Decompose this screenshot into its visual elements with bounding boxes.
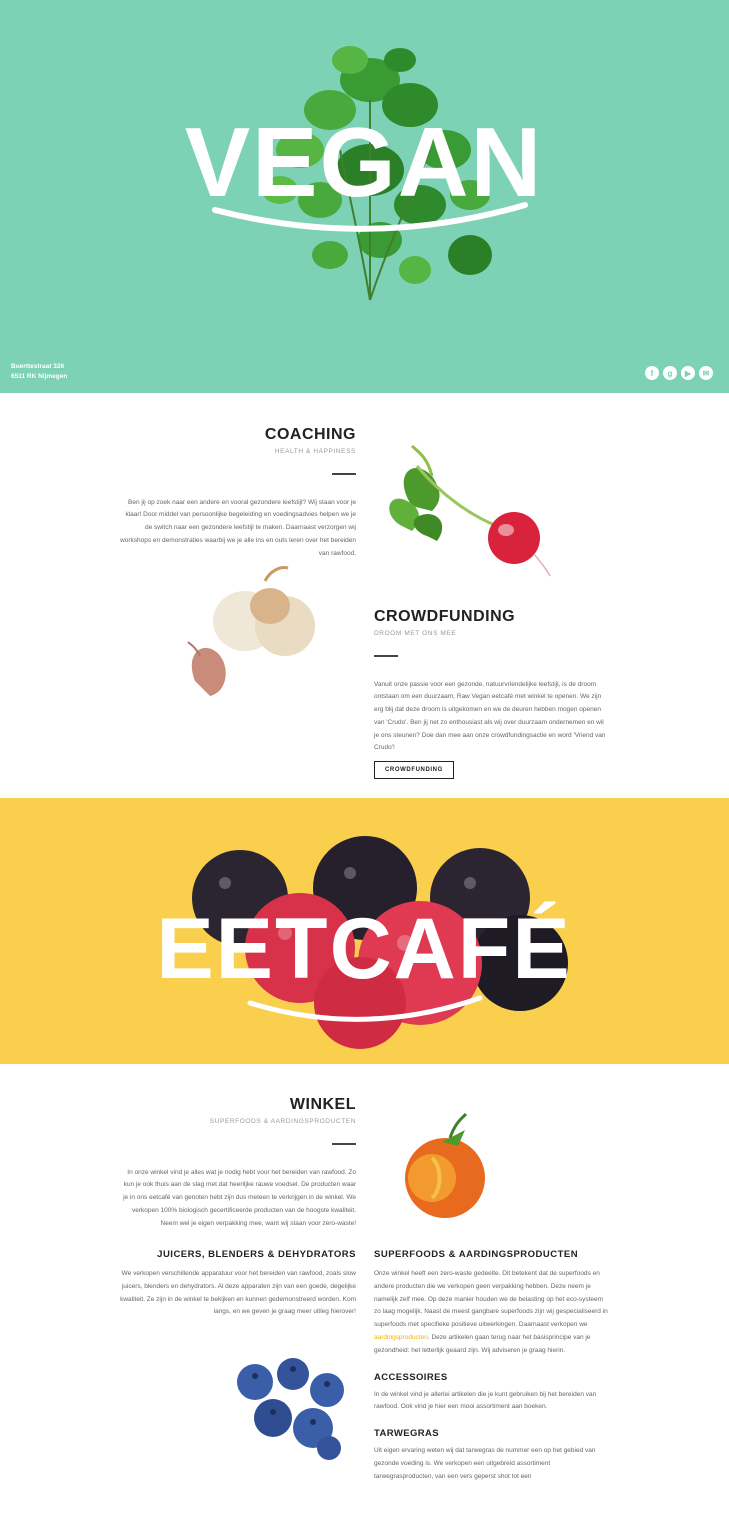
winkel-title: WINKEL (289, 1096, 356, 1113)
banner-title: EETCAFÉ (156, 901, 571, 997)
coaching-title: COACHING (264, 426, 356, 443)
divider (332, 473, 356, 475)
crowdfunding-body: Vanuit onze passie voor een gezonde, nat… (374, 680, 606, 752)
tarwegras-body: Uit eigen ervaring weten wij dat tarwegr… (374, 1447, 596, 1480)
eetcafe-banner: EETCAFÉ (0, 798, 729, 1064)
divider (332, 1143, 356, 1145)
winkel-subtitle: SUPERFOODS & AARDINGSPRODUCTEN (209, 1118, 356, 1125)
crowdfunding-title: CROWDFUNDING (374, 608, 516, 625)
garlic-image (187, 566, 315, 696)
superfoods-title: SUPERFOODS & AARDINGSPRODUCTEN (374, 1249, 579, 1260)
address-city: 6511 RK Nijmegen (11, 373, 68, 380)
radish-image (389, 444, 551, 577)
smile-curve (212, 202, 528, 232)
google-plus-icon[interactable]: g (663, 366, 677, 380)
superfoods-text: Onze winkel heeft een zero-waste gedeelt… (374, 1270, 608, 1329)
coaching-body: Ben jij op zoek naar een andere en voora… (120, 498, 356, 557)
winkel-body: In onze winkel vind je alles wat je nodi… (123, 1168, 356, 1227)
facebook-icon[interactable]: f (645, 366, 659, 380)
coaching-section: COACHING HEALTH & HAPPINESS Ben jij op z… (120, 426, 356, 560)
crowdfunding-button[interactable]: CROWDFUNDING (374, 761, 454, 780)
youtube-icon[interactable]: ▶ (681, 366, 695, 380)
accessoires-body: In de winkel vind je allerlei artikelen … (374, 1390, 597, 1411)
juicers-title: JUICERS, BLENDERS & DEHYDRATORS (157, 1249, 356, 1260)
crowdfunding-subtitle: DROOM MET ONS MEE (374, 630, 457, 637)
blueberries-image (237, 1358, 344, 1460)
juicers-body: We verkopen verschillende apparatuur voo… (120, 1270, 356, 1316)
crowdfunding-section: CROWDFUNDING DROOM MET ONS MEE Vanuit on… (374, 608, 608, 780)
winkel-section: WINKEL SUPERFOODS & AARDINGSPRODUCTEN In… (120, 1096, 356, 1230)
social-links: f g ▶ ✉ (645, 366, 713, 380)
hero-section: VEGAN Buerttestraat 326 6511 RK Nijmegen… (0, 0, 729, 393)
berries-image: EETCAFÉ (156, 836, 571, 1049)
accessoires-title: ACCESSOIRES (374, 1371, 448, 1383)
coaching-subtitle: HEALTH & HAPPINESS (274, 448, 356, 455)
address: Buerttestraat 326 6511 RK Nijmegen (11, 362, 67, 382)
address-street: Buerttestraat 326 (11, 363, 65, 370)
mail-icon[interactable]: ✉ (699, 366, 713, 380)
tomato-image (405, 1112, 485, 1218)
tarwegras-title: TARWEGRAS (374, 1428, 439, 1440)
aardingsproducten-link[interactable]: aardingsproducten (374, 1334, 428, 1341)
superfoods-section: SUPERFOODS & AARDINGSPRODUCTEN Onze wink… (374, 1249, 608, 1484)
divider (374, 655, 398, 657)
superfoods-body: Onze winkel heeft een zero-waste gedeelt… (374, 1268, 608, 1358)
juicers-section: JUICERS, BLENDERS & DEHYDRATORS We verko… (120, 1249, 356, 1319)
